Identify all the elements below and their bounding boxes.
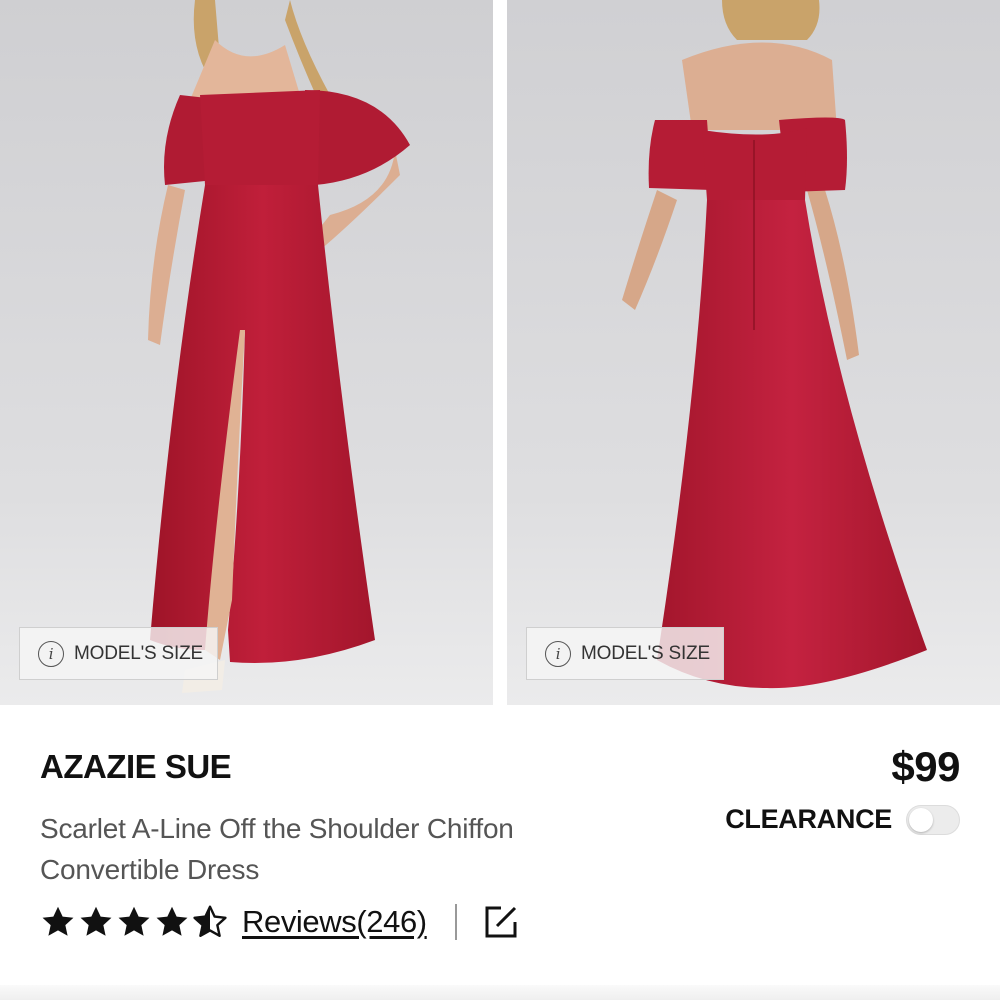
product-price: $99 [891, 743, 960, 790]
toggle-knob [909, 807, 933, 832]
model-size-label: MODEL'S SIZE [74, 642, 203, 664]
star-icon [156, 906, 188, 936]
star-half-icon [193, 905, 227, 937]
product-gallery: i MODEL'S SIZE i MODEL'S SIZE [0, 0, 1000, 705]
product-photo-back[interactable]: i MODEL'S SIZE [507, 0, 1000, 705]
bottom-edge [0, 985, 1000, 1000]
dress-front-illustration [0, 0, 493, 705]
rating-row: Reviews(246) [40, 898, 521, 946]
info-icon: i [38, 640, 64, 667]
product-brand: AZAZIE SUE [40, 748, 232, 785]
star-icon [118, 906, 150, 936]
dress-back-illustration [507, 0, 1000, 705]
product-photo-front[interactable]: i MODEL'S SIZE [0, 0, 493, 705]
model-size-button[interactable]: i MODEL'S SIZE [19, 627, 218, 680]
star-rating [40, 904, 228, 940]
star-icon [42, 906, 74, 936]
divider [454, 904, 457, 940]
clearance-filter: CLEARANCE [725, 804, 960, 835]
reviews-link[interactable]: Reviews(246) [242, 904, 427, 940]
external-link-icon[interactable] [481, 902, 521, 942]
info-icon: i [545, 640, 571, 667]
product-name: Scarlet A-Line Off the Shoulder Chiffon … [40, 813, 514, 885]
clearance-toggle[interactable] [906, 804, 960, 835]
star-icon [80, 906, 112, 936]
model-size-label: MODEL'S SIZE [581, 642, 710, 664]
model-size-button[interactable]: i MODEL'S SIZE [526, 627, 724, 680]
clearance-label: CLEARANCE [725, 804, 892, 834]
